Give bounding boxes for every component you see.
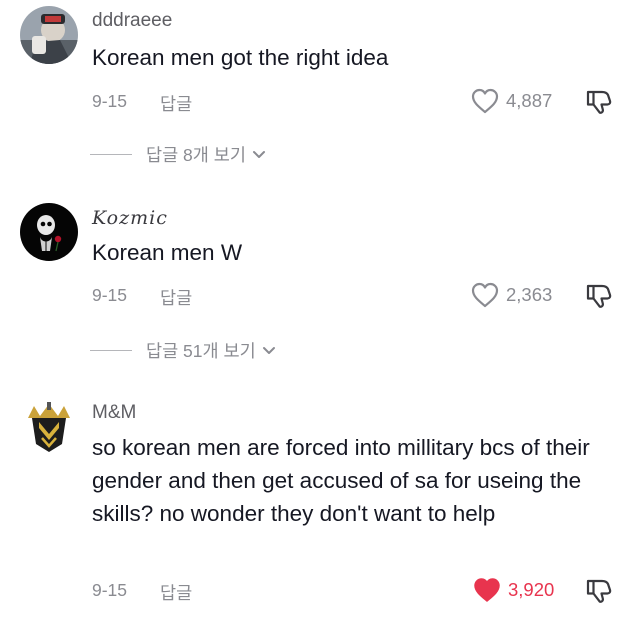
avatar[interactable]	[20, 398, 78, 456]
heart-outline-icon	[471, 88, 499, 114]
chevron-down-icon	[262, 346, 275, 354]
comment-text: Korean men W	[92, 240, 243, 265]
skull-rose-avatar-icon	[20, 203, 78, 261]
view-replies-button[interactable]: 답글 51개 보기	[90, 338, 276, 363]
avatar[interactable]	[20, 203, 78, 261]
like-button[interactable]: 3,920	[472, 576, 554, 604]
view-replies-label: 답글 8개 보기	[146, 145, 246, 165]
reply-button[interactable]: 답글	[160, 91, 192, 116]
reply-button[interactable]: 답글	[160, 285, 192, 310]
comment-text: Korean men got the right idea	[92, 45, 389, 70]
view-replies-button[interactable]: 답글 8개 보기	[90, 142, 266, 167]
username[interactable]: dddraeee	[92, 10, 172, 32]
thumbs-down-icon	[586, 284, 612, 308]
like-button[interactable]: 4,887	[470, 87, 552, 115]
username[interactable]: M&M	[92, 402, 136, 424]
username[interactable]: Kozmic	[92, 207, 168, 229]
divider-line	[90, 154, 132, 155]
like-count: 4,887	[506, 90, 553, 111]
like-count: 2,363	[506, 284, 553, 305]
like-button[interactable]: 2,363	[470, 281, 552, 309]
view-replies-label: 답글 51개 보기	[146, 341, 256, 361]
thumbs-down-icon	[586, 90, 612, 114]
comment-date: 9-15	[92, 285, 128, 305]
emblem-avatar-icon	[20, 398, 78, 456]
thumbs-down-icon	[586, 579, 612, 603]
chevron-down-icon	[252, 150, 265, 158]
avatar[interactable]	[20, 6, 78, 64]
comment-text: so korean men are forced into millitary …	[92, 435, 590, 526]
dislike-button[interactable]	[584, 86, 614, 116]
like-count: 3,920	[508, 579, 555, 600]
heart-outline-icon	[471, 282, 499, 308]
dislike-button[interactable]	[584, 280, 614, 310]
heart-filled-icon	[474, 578, 500, 602]
reply-button[interactable]: 답글	[160, 580, 192, 605]
dislike-button[interactable]	[584, 575, 614, 605]
comment-date: 9-15	[92, 580, 128, 600]
profile-avatar-icon	[20, 6, 78, 64]
divider-line	[90, 350, 132, 351]
comment-date: 9-15	[92, 91, 128, 111]
